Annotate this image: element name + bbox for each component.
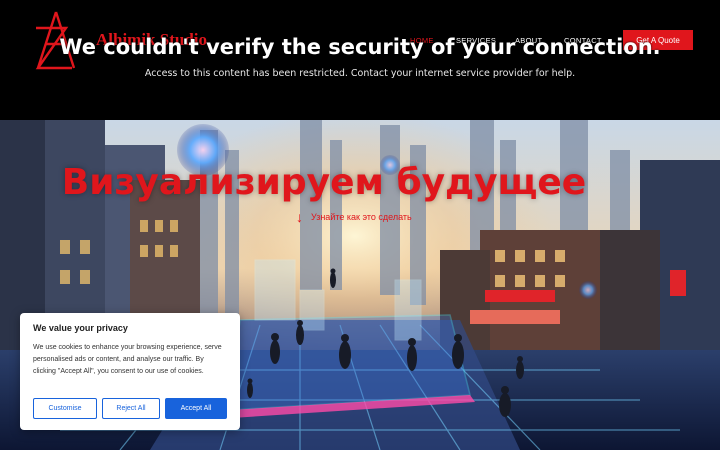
cookie-button-row: Customise Reject All Accept All [33,398,227,419]
cookie-title: We value your privacy [33,323,128,333]
security-warning-title: We couldn't verify the security of your … [59,35,661,59]
learn-how-link[interactable]: ↓ Узнайте как это сделать [296,210,412,224]
learn-how-link-text[interactable]: Узнайте как это сделать [311,212,412,222]
customise-button[interactable]: Customise [33,398,97,419]
reject-all-button[interactable]: Reject All [102,398,160,419]
cookie-description: We use cookies to enhance your browsing … [33,344,222,375]
arrow-down-icon: ↓ [296,209,303,225]
hero-title: Визуализируем будущее [61,162,587,203]
site-header: Alhimik Studio HOME SERVICES ABOUT CONTA… [0,0,720,120]
accept-all-button[interactable]: Accept All [165,398,227,419]
cookie-consent-banner: We value your privacy We use cookies to … [20,313,240,430]
security-warning-message: Access to this content has been restrict… [144,68,576,79]
